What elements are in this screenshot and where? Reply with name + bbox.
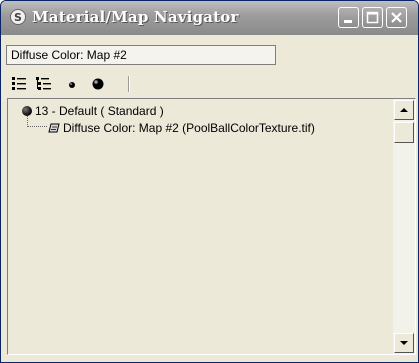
maximize-button[interactable] — [362, 7, 383, 28]
view-list-icons-icon — [36, 77, 51, 90]
bitmap-map-icon — [48, 123, 60, 133]
view-small-icons-button[interactable] — [62, 74, 82, 94]
minimize-button[interactable] — [338, 7, 359, 28]
view-large-icons-button[interactable] — [88, 74, 108, 94]
title-bar[interactable]: S Material/Map Navigator — [1, 1, 418, 35]
tree-item-map[interactable]: Diffuse Color: Map #2 (PoolBallColorText… — [48, 121, 315, 135]
material-map-navigator-window: S Material/Map Navigator Diffuse Color: … — [0, 0, 419, 363]
scroll-down-button[interactable] — [394, 333, 414, 353]
view-list-icons-button[interactable] — [34, 74, 54, 94]
arrow-down-icon — [400, 341, 408, 345]
arrow-up-icon — [400, 108, 408, 112]
view-large-icons-icon — [92, 78, 104, 90]
view-list-button[interactable] — [10, 74, 30, 94]
path-display: Diffuse Color: Map #2 — [6, 45, 276, 65]
view-list-icon — [12, 77, 26, 90]
close-button[interactable] — [386, 7, 407, 28]
close-icon — [391, 12, 402, 23]
3dsmax-logo-icon[interactable]: S — [10, 9, 26, 25]
material-tree[interactable]: 13 - Default ( Standard ) Diffuse Color:… — [8, 99, 393, 354]
scroll-up-button[interactable] — [394, 100, 414, 120]
material-sphere-icon — [22, 106, 32, 116]
tree-item-label: Diffuse Color: Map #2 (PoolBallColorText… — [63, 121, 315, 135]
maximize-icon — [366, 11, 379, 24]
tree-item-label: 13 - Default ( Standard ) — [35, 104, 164, 118]
navigator-panel: 13 - Default ( Standard ) Diffuse Color:… — [7, 98, 416, 355]
scroll-thumb[interactable] — [394, 122, 414, 143]
toolbar — [6, 72, 206, 96]
minimize-icon — [344, 20, 352, 23]
toolbar-separator — [128, 76, 130, 92]
tree-item-material[interactable]: 13 - Default ( Standard ) — [22, 104, 164, 118]
window-title: Material/Map Navigator — [32, 8, 239, 26]
vertical-scrollbar[interactable] — [393, 99, 415, 354]
view-small-icons-icon — [69, 82, 75, 88]
